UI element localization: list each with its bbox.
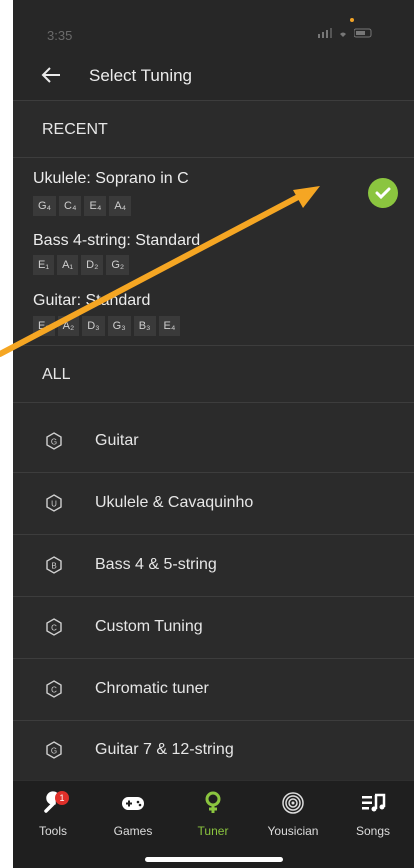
note-chip: D₃ [82, 316, 105, 336]
recent-tuning-bass[interactable]: Bass 4-string: Standard E₁ A₁ D₂ G₂ [13, 224, 414, 275]
recent-tuning-ukulele[interactable]: Ukulele: Soprano in C G₄ C₄ E₄ A₄ [13, 158, 414, 216]
fingerprint-icon [282, 792, 304, 814]
hexagon-c-icon: C [46, 618, 62, 636]
tab-tuner[interactable]: Tuner [173, 789, 253, 838]
svg-text:G: G [51, 747, 57, 756]
tab-games[interactable]: Games [93, 789, 173, 838]
privacy-indicator-dot [350, 18, 354, 22]
home-indicator [145, 857, 283, 862]
section-heading: ALL [42, 366, 71, 383]
tuning-category-chromatic[interactable]: C Chromatic tuner [13, 660, 414, 721]
tab-label: Tuner [197, 824, 229, 838]
section-header-recent: RECENT [13, 101, 414, 158]
tab-songs[interactable]: Songs [333, 789, 413, 838]
tuning-category-guitar-7-12[interactable]: G Guitar 7 & 12-string [13, 721, 414, 782]
tuning-name: Ukulele: Soprano in C [33, 170, 189, 187]
section-heading: RECENT [42, 121, 108, 138]
status-time: 3:35 [47, 28, 73, 43]
category-label: Ukulele & Cavaquinho [95, 494, 254, 511]
page-title: Select Tuning [89, 66, 193, 85]
tuning-name: Guitar: Standard [33, 292, 151, 309]
category-label: Guitar 7 & 12-string [95, 741, 234, 758]
note-chip: E₂ [33, 316, 55, 336]
svg-text:G: G [51, 438, 57, 447]
hexagon-b-icon: B [46, 556, 62, 574]
svg-text:B: B [51, 562, 56, 571]
note-chip: E₁ [33, 255, 55, 275]
tuner-pin-icon [205, 791, 221, 813]
tab-label: Tools [38, 824, 67, 838]
tab-tools[interactable]: 1 Tools [13, 789, 93, 838]
note-chip: C₄ [59, 196, 82, 216]
category-label: Bass 4 & 5-string [95, 556, 217, 573]
tab-label: Yousician [267, 824, 319, 838]
svg-text:U: U [51, 500, 57, 509]
note-chip: D₂ [81, 255, 104, 275]
songs-icon [362, 793, 386, 812]
tuning-category-bass[interactable]: B Bass 4 & 5-string [13, 536, 414, 597]
wifi-icon [340, 32, 346, 37]
tab-label: Games [113, 824, 153, 838]
note-chip: B₃ [133, 316, 156, 336]
note-chip: G₂ [106, 255, 130, 275]
category-label: Chromatic tuner [95, 680, 209, 697]
recent-tuning-guitar[interactable]: Guitar: Standard E₂ A₂ D₃ G₃ B₃ E₄ [13, 285, 414, 345]
hexagon-u-icon: U [46, 494, 62, 512]
note-chip: G₃ [107, 316, 131, 336]
note-chip: G₄ [33, 196, 57, 216]
tab-label: Songs [355, 824, 391, 838]
bottom-tab-bar: 1 Tools Games Tuner Yousician Songs [13, 780, 414, 868]
note-chip: A₂ [57, 316, 80, 336]
arrow-left-icon[interactable] [40, 64, 62, 86]
tuning-category-guitar[interactable]: G Guitar [13, 412, 414, 473]
svg-text:C: C [51, 624, 57, 633]
hexagon-c-icon: C [46, 680, 62, 698]
app-header: Select Tuning [13, 50, 414, 101]
note-chip: A₄ [109, 196, 132, 216]
note-chip: A₁ [57, 255, 79, 275]
tuning-category-custom[interactable]: C Custom Tuning [13, 598, 414, 659]
svg-text:C: C [51, 686, 57, 695]
tuning-name: Bass 4-string: Standard [33, 232, 201, 249]
note-chips: E₂ A₂ D₃ G₃ B₃ E₄ [33, 316, 181, 336]
hexagon-g-icon: G [46, 432, 62, 450]
tab-yousician[interactable]: Yousician [253, 789, 333, 838]
category-label: Guitar [95, 432, 139, 449]
section-header-all: ALL [13, 345, 414, 403]
status-icons [318, 28, 374, 38]
tuning-category-ukulele[interactable]: U Ukulele & Cavaquinho [13, 474, 414, 535]
hexagon-g-icon: G [46, 741, 62, 759]
phone-screen: 3:35 Select Tuning RECENT Ukulele: Sopra… [13, 0, 414, 868]
note-chips: G₄ C₄ E₄ A₄ [33, 196, 132, 216]
status-bar: 3:35 [13, 0, 414, 50]
signal-icon [318, 28, 332, 38]
note-chips: E₁ A₁ D₂ G₂ [33, 255, 130, 275]
gamepad-icon [122, 797, 144, 810]
note-chip: E₄ [158, 316, 181, 336]
note-chip: E₄ [84, 196, 107, 216]
selected-check-icon [368, 178, 398, 208]
notification-badge: 1 [55, 791, 69, 805]
battery-icon [354, 28, 372, 38]
category-label: Custom Tuning [95, 618, 203, 635]
